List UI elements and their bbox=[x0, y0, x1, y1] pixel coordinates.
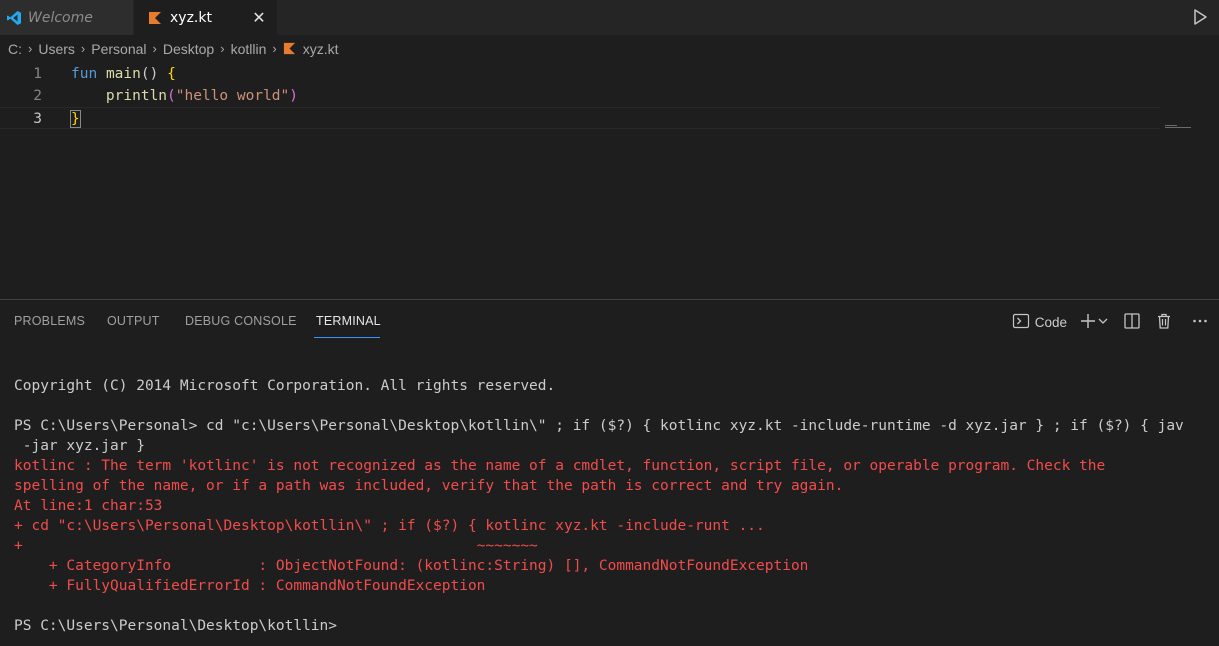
code-string: "hello world" bbox=[175, 88, 290, 104]
code-text: println("hello world") bbox=[71, 85, 298, 107]
code-paren: ( bbox=[167, 88, 176, 104]
terminal-error-line: + FullyQualifiedErrorId : CommandNotFoun… bbox=[14, 578, 486, 594]
code-line-current[interactable]: 3 } bbox=[0, 107, 1160, 129]
breadcrumb: C: › Users › Personal › Desktop › kotlli… bbox=[0, 35, 1219, 62]
close-icon[interactable]: ✕ bbox=[249, 7, 269, 27]
run-icon[interactable] bbox=[1191, 8, 1209, 26]
terminal-line: PS C:\Users\Personal\Desktop\kotllin> bbox=[14, 618, 338, 634]
breadcrumb-file-label: xyz.kt bbox=[302, 40, 339, 57]
terminal-dropdown-button[interactable] bbox=[1097, 311, 1109, 333]
terminal-error-line: + ~~~~~~~ bbox=[14, 538, 538, 554]
terminal-error-line: At line:1 char:53 bbox=[14, 498, 163, 514]
code-text: } bbox=[70, 108, 81, 130]
code-line[interactable]: 2 println("hello world") bbox=[0, 85, 1160, 107]
minimap[interactable] bbox=[1165, 125, 1191, 129]
code-function: main bbox=[105, 66, 141, 82]
kotlin-icon bbox=[148, 11, 162, 25]
terminal-name: Code bbox=[1034, 314, 1067, 330]
terminal-line: -jar xyz.jar } bbox=[14, 438, 145, 454]
kill-terminal-button[interactable] bbox=[1155, 311, 1173, 333]
tab-debug-console[interactable]: DEBUG CONSOLE bbox=[185, 314, 297, 328]
chevron-right-icon: › bbox=[28, 41, 33, 56]
panel-tabs: PROBLEMS OUTPUT DEBUG CONSOLE TERMINAL C… bbox=[0, 300, 1219, 344]
terminal-icon bbox=[1012, 312, 1030, 333]
breadcrumb-drive[interactable]: C: bbox=[8, 41, 22, 57]
code-editor[interactable]: 1 fun main() { 2 println("hello world") … bbox=[0, 62, 1219, 298]
bottom-panel: PROBLEMS OUTPUT DEBUG CONSOLE TERMINAL C… bbox=[0, 299, 1219, 646]
terminal-output[interactable]: Copyright (C) 2014 Microsoft Corporation… bbox=[14, 376, 1219, 636]
code-brace: { bbox=[167, 66, 176, 82]
terminal-line: Copyright (C) 2014 Microsoft Corporation… bbox=[14, 378, 556, 394]
terminal-line: PS C:\Users\Personal> cd "c:\Users\Perso… bbox=[14, 418, 1184, 434]
chevron-right-icon: › bbox=[152, 41, 157, 56]
tab-xyz-kt-label: xyz.kt bbox=[170, 9, 212, 26]
terminal-error-line: + CategoryInfo : ObjectNotFound: (kotlin… bbox=[14, 558, 809, 574]
kotlin-icon bbox=[283, 42, 297, 56]
line-number: 2 bbox=[33, 88, 42, 104]
code-function: println bbox=[105, 88, 168, 104]
code-text: fun main() { bbox=[71, 63, 176, 85]
terminal-error-line: kotlinc : The term 'kotlinc' is not reco… bbox=[14, 458, 1106, 474]
chevron-right-icon: › bbox=[272, 41, 277, 56]
breadcrumb-desktop[interactable]: Desktop bbox=[163, 41, 214, 57]
tab-xyz-kt[interactable]: xyz.kt ✕ bbox=[134, 0, 277, 35]
code-paren: ) bbox=[289, 88, 298, 104]
ellipsis-icon bbox=[1191, 312, 1209, 333]
breadcrumb-kotllin[interactable]: kotllin bbox=[231, 41, 267, 57]
tab-terminal[interactable]: TERMINAL bbox=[316, 314, 381, 328]
split-terminal-button[interactable] bbox=[1123, 311, 1141, 333]
chevron-right-icon: › bbox=[80, 41, 86, 56]
breadcrumb-file[interactable]: xyz.kt bbox=[283, 40, 339, 57]
tab-problems[interactable]: PROBLEMS bbox=[14, 314, 85, 328]
more-actions-button[interactable] bbox=[1191, 311, 1209, 333]
chevron-right-icon: › bbox=[220, 41, 225, 56]
code-line[interactable]: 1 fun main() { bbox=[0, 63, 1160, 85]
terminal-error-line: spelling of the name, or if a path was i… bbox=[14, 478, 844, 494]
trash-icon bbox=[1155, 312, 1173, 333]
line-number: 3 bbox=[33, 111, 42, 127]
tab-welcome[interactable]: Welcome bbox=[0, 0, 133, 35]
editor-tab-bar: Welcome xyz.kt ✕ bbox=[0, 0, 1219, 35]
panel-toolbar: Code bbox=[1012, 310, 1219, 334]
code-keyword: fun bbox=[71, 66, 98, 82]
breadcrumb-users[interactable]: Users bbox=[38, 41, 75, 57]
code-brace: } bbox=[70, 110, 81, 128]
active-tab-indicator bbox=[314, 337, 380, 338]
terminal-error-line: + cd "c:\Users\Personal\Desktop\kotllin\… bbox=[14, 518, 765, 534]
code-paren: () bbox=[140, 66, 159, 82]
add-terminal-button[interactable] bbox=[1079, 311, 1097, 333]
breadcrumb-personal[interactable]: Personal bbox=[91, 41, 146, 57]
line-number: 1 bbox=[33, 66, 42, 82]
vscode-icon bbox=[6, 10, 22, 26]
split-icon bbox=[1123, 312, 1141, 333]
terminal-selector[interactable]: Code bbox=[1012, 311, 1067, 333]
plus-icon bbox=[1079, 312, 1097, 333]
chevron-down-icon bbox=[1097, 315, 1109, 330]
tab-output[interactable]: OUTPUT bbox=[107, 314, 160, 328]
tab-welcome-label: Welcome bbox=[28, 9, 93, 26]
